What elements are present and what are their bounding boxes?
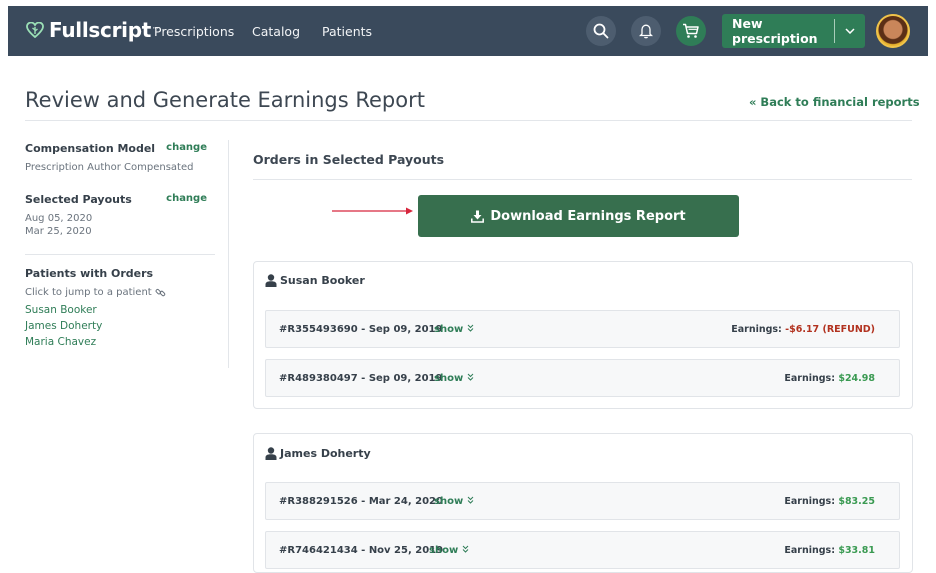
order-earnings: Earnings: -$6.17 (REFUND) bbox=[731, 324, 875, 335]
earnings-label: Earnings: bbox=[784, 373, 836, 384]
compensation-change-link[interactable]: change bbox=[166, 142, 207, 153]
nav-link-patients[interactable]: Patients bbox=[322, 24, 372, 39]
patients-hint-text: Click to jump to a patient bbox=[25, 287, 152, 298]
download-icon bbox=[471, 210, 485, 223]
payout-date: Aug 05, 2020 bbox=[25, 213, 93, 224]
order-id: #R388291526 - Mar 24, 2020 bbox=[279, 496, 443, 507]
payout-date: Mar 25, 2020 bbox=[25, 226, 92, 237]
pointer-arrow-icon bbox=[332, 207, 413, 215]
order-show-toggle[interactable]: show bbox=[434, 324, 474, 335]
link-icon bbox=[155, 288, 165, 297]
fullscript-logo[interactable]: Fullscript ™ bbox=[26, 18, 159, 42]
earnings-label: Earnings: bbox=[784, 545, 836, 556]
order-show-label: show bbox=[429, 545, 459, 556]
search-icon bbox=[593, 23, 609, 39]
heart-leaf-icon bbox=[26, 22, 44, 38]
order-row: #R746421434 - Nov 25, 2019 show Earnings… bbox=[265, 531, 900, 569]
order-earnings: Earnings: $33.81 bbox=[784, 545, 875, 556]
double-chevron-down-icon bbox=[462, 545, 469, 553]
download-earnings-report-button[interactable]: Download Earnings Report bbox=[418, 195, 739, 237]
earnings-value: $24.98 bbox=[838, 373, 875, 384]
payouts-change-link[interactable]: change bbox=[166, 193, 207, 204]
order-row: #R489380497 - Sep 09, 2019 show Earnings… bbox=[265, 359, 900, 397]
order-show-label: show bbox=[434, 496, 464, 507]
compensation-model-block: Compensation Model change Prescription A… bbox=[25, 142, 215, 176]
sidebar-section-divider bbox=[25, 254, 215, 255]
order-show-label: show bbox=[434, 324, 464, 335]
order-earnings: Earnings: $83.25 bbox=[784, 496, 875, 507]
double-chevron-down-icon bbox=[467, 373, 474, 381]
double-chevron-down-icon bbox=[467, 496, 474, 504]
earnings-value: $33.81 bbox=[838, 545, 875, 556]
sidebar: Compensation Model change Prescription A… bbox=[25, 142, 215, 249]
order-show-toggle[interactable]: show bbox=[434, 496, 474, 507]
order-show-toggle[interactable]: show bbox=[434, 373, 474, 384]
order-show-toggle[interactable]: show bbox=[429, 545, 469, 556]
order-row: #R355493690 - Sep 09, 2019 show Earnings… bbox=[265, 310, 900, 348]
user-icon bbox=[265, 447, 277, 460]
page-title: Review and Generate Earnings Report bbox=[25, 88, 425, 112]
new-prescription-label: New prescription bbox=[732, 16, 818, 46]
patients-with-orders-block: Patients with Orders Click to jump to a … bbox=[25, 267, 215, 348]
selected-payouts-block: Selected Payouts change Aug 05, 2020 Mar… bbox=[25, 193, 215, 249]
order-row: #R388291526 - Mar 24, 2020 show Earnings… bbox=[265, 482, 900, 520]
patients-hint: Click to jump to a patient bbox=[25, 287, 215, 298]
order-id: #R489380497 - Sep 09, 2019 bbox=[279, 373, 443, 384]
patient-link-james-doherty[interactable]: James Doherty bbox=[25, 320, 215, 332]
header-divider bbox=[25, 120, 912, 121]
order-id: #R746421434 - Nov 25, 2019 bbox=[279, 545, 444, 556]
back-to-financial-reports-link[interactable]: « Back to financial reports bbox=[749, 95, 920, 109]
earnings-label: Earnings: bbox=[784, 496, 836, 507]
new-prescription-button[interactable]: New prescription bbox=[722, 14, 865, 48]
cart-button[interactable] bbox=[676, 16, 706, 46]
double-chevron-down-icon bbox=[467, 324, 474, 332]
cart-icon bbox=[683, 23, 699, 38]
patient-link-maria-chavez[interactable]: Maria Chavez bbox=[25, 336, 215, 348]
patient-link-susan-booker[interactable]: Susan Booker bbox=[25, 304, 215, 316]
download-earnings-report-label: Download Earnings Report bbox=[490, 208, 686, 224]
patient-card-header: Susan Booker bbox=[265, 274, 365, 287]
chevron-down-icon bbox=[845, 28, 855, 34]
bell-icon bbox=[639, 24, 653, 39]
order-id: #R355493690 - Sep 09, 2019 bbox=[279, 324, 443, 335]
earnings-value: $83.25 bbox=[838, 496, 875, 507]
earnings-value: -$6.17 (REFUND) bbox=[785, 324, 875, 335]
search-button[interactable] bbox=[586, 16, 616, 46]
new-prescription-dropdown[interactable] bbox=[835, 28, 865, 34]
nav-link-catalog[interactable]: Catalog bbox=[252, 24, 300, 39]
patients-with-orders-title: Patients with Orders bbox=[25, 267, 154, 280]
order-earnings: Earnings: $24.98 bbox=[784, 373, 875, 384]
section-divider bbox=[253, 179, 912, 180]
compensation-model-value: Prescription Author Compensated bbox=[25, 162, 194, 173]
brand-name: Fullscript bbox=[49, 18, 151, 42]
user-avatar[interactable] bbox=[876, 14, 910, 48]
notifications-button[interactable] bbox=[631, 16, 661, 46]
patient-name: Susan Booker bbox=[280, 274, 365, 287]
earnings-label: Earnings: bbox=[731, 324, 782, 335]
user-icon bbox=[265, 274, 277, 287]
patient-card-header: James Doherty bbox=[265, 447, 371, 460]
nav-link-prescriptions[interactable]: Prescriptions bbox=[154, 24, 234, 39]
top-navbar: Fullscript ™ Prescriptions Catalog Patien… bbox=[8, 6, 928, 56]
section-title: Orders in Selected Payouts bbox=[253, 152, 445, 167]
sidebar-divider bbox=[228, 140, 229, 368]
patient-name: James Doherty bbox=[280, 447, 371, 460]
order-show-label: show bbox=[434, 373, 464, 384]
